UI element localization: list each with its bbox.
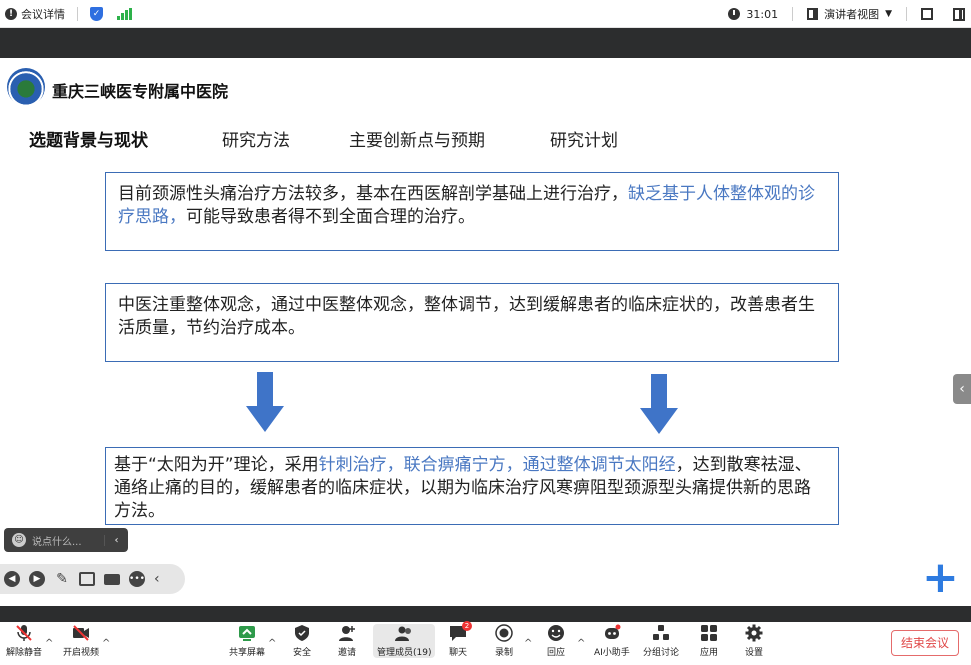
slide-tab-background: 选题背景与现状: [29, 131, 148, 151]
comment-placeholder[interactable]: 说点什么...: [32, 533, 82, 548]
clock-icon: [728, 8, 741, 20]
meeting-timer: 31:01: [746, 7, 779, 21]
record-icon: [495, 624, 513, 642]
footer-band: [0, 606, 971, 622]
breakout-label: 分组讨论: [643, 648, 680, 658]
screenshot-icon[interactable]: [79, 572, 95, 586]
record-label: 录制: [495, 648, 514, 658]
slide-tab-methods: 研究方法: [222, 131, 290, 151]
end-meeting-button[interactable]: 结束会议: [891, 630, 959, 656]
text-box-proposal: 基于“太阳为开”理论，采用针刺治疗，联合痹痛宁方，通过整体调节太阳经，达到散寒祛…: [105, 447, 839, 525]
shield-icon[interactable]: ✓: [90, 6, 103, 21]
ai-assistant-button[interactable]: AI小助手: [594, 624, 630, 658]
side-panel-icon[interactable]: [953, 7, 965, 21]
chevron-up-icon[interactable]: ^: [102, 638, 110, 649]
video-off-icon: [73, 625, 89, 641]
box3-highlight: 针刺治疗，联合痹痛宁方，通过整体调节太阳经: [318, 455, 676, 475]
arrow-down-left: [246, 372, 284, 432]
breakout-button[interactable]: 分组讨论: [643, 624, 679, 658]
invite-label: 邀请: [338, 648, 357, 658]
security-button[interactable]: 安全: [293, 624, 311, 658]
collapse-toolbar-icon[interactable]: ‹: [154, 571, 160, 587]
share-screen-label: 共享屏幕: [229, 648, 266, 658]
box1-text-a: 目前颈源性头痛治疗方法较多，基本在西医解剖学基础上进行治疗，: [118, 184, 628, 204]
mic-off-icon: [16, 625, 32, 641]
ai-assistant-label: AI小助手: [594, 648, 630, 658]
emoji-icon[interactable]: ☺: [12, 533, 26, 547]
shield-icon: [295, 625, 309, 641]
meeting-toolbar: 解除静音 ^ 开启视频 ^ 共享屏幕 ^ 安全 邀请 管理成员(19) 2 聊天…: [0, 621, 971, 665]
pen-icon[interactable]: ✎: [54, 571, 70, 587]
shared-slide: 重庆三峡医专附属中医院 选题背景与现状 研究方法 主要创新点与预期 研究计划 目…: [0, 58, 971, 606]
info-icon[interactable]: !: [5, 7, 17, 20]
chat-button[interactable]: 2 聊天: [449, 621, 472, 658]
unmute-button[interactable]: 解除静音: [6, 624, 42, 658]
slide-tab-innovation: 主要创新点与预期: [349, 131, 485, 151]
box1-text-b: 可能导致患者得不到全面合理的治疗。: [186, 207, 475, 227]
collapse-comment-icon[interactable]: ‹: [104, 534, 128, 546]
slide-tab-plan: 研究计划: [550, 131, 618, 151]
collapse-panel-tab[interactable]: ‹: [953, 374, 971, 404]
slide-tabs: 选题背景与现状 研究方法 主要创新点与预期 研究计划: [0, 126, 971, 151]
chat-badge: 2: [462, 621, 472, 631]
chevron-up-icon[interactable]: ^: [577, 638, 585, 649]
add-icon[interactable]: +: [922, 556, 959, 600]
breakout-icon: [653, 625, 669, 640]
text-box-tcm-concept: 中医注重整体观念，通过中医整体观念，整体调节，达到缓解患者的临床症状的，改善患者…: [105, 283, 839, 362]
apps-icon: [701, 625, 717, 641]
arrow-down-right: [640, 374, 678, 434]
divider: [792, 7, 794, 21]
record-button[interactable]: 录制: [495, 624, 513, 658]
text-box-current-status: 目前颈源性头痛治疗方法较多，基本在西医解剖学基础上进行治疗，缺乏基于人体整体观的…: [105, 172, 839, 251]
annotation-toolbar: ◀ ▶ ✎ ••• ‹: [0, 564, 185, 594]
fullscreen-icon[interactable]: [921, 8, 933, 20]
previous-icon[interactable]: ◀: [4, 571, 20, 587]
chevron-up-icon[interactable]: ^: [45, 638, 53, 649]
settings-label: 设置: [745, 648, 764, 658]
apps-label: 应用: [700, 648, 719, 658]
start-video-button[interactable]: 开启视频: [63, 624, 99, 658]
manage-members-button[interactable]: 管理成员(19): [373, 624, 436, 658]
box2-text: 中医注重整体观念，通过中医整体观念，整体调节，达到缓解患者的临床症状的，改善患者…: [118, 295, 815, 338]
share-screen-icon: [239, 626, 255, 641]
next-icon[interactable]: ▶: [29, 571, 45, 587]
view-mode-label[interactable]: 演讲者视图: [824, 6, 879, 22]
members-icon: [395, 626, 412, 641]
camera-icon[interactable]: [104, 573, 120, 585]
hospital-name: 重庆三峡医专附属中医院: [52, 82, 229, 101]
box3-text-a: 基于“太阳为开”理论，采用: [114, 455, 319, 475]
ai-assistant-icon: [604, 624, 621, 639]
chat-label: 聊天: [449, 648, 468, 658]
top-bar: ! 会议详情 ✓ 31:01 演讲者视图 ▼: [0, 0, 971, 28]
invite-button[interactable]: 邀请: [338, 624, 356, 658]
settings-button[interactable]: 设置: [745, 624, 763, 658]
share-screen-button[interactable]: 共享屏幕: [229, 624, 265, 658]
security-label: 安全: [293, 648, 312, 658]
more-icon[interactable]: •••: [129, 571, 145, 587]
chevron-up-icon[interactable]: ^: [524, 638, 532, 649]
reaction-label: 回应: [547, 648, 566, 658]
chevron-up-icon[interactable]: ^: [268, 638, 276, 649]
unmute-label: 解除静音: [6, 648, 43, 658]
invite-icon: [339, 626, 355, 641]
signal-icon[interactable]: [117, 7, 132, 20]
chat-icon-wrap: 2: [449, 621, 472, 642]
gear-icon: [745, 624, 763, 642]
manage-members-label: 管理成员(19): [377, 648, 432, 658]
reaction-button[interactable]: 回应: [547, 624, 565, 658]
apps-button[interactable]: 应用: [700, 624, 718, 658]
chevron-down-icon[interactable]: ▼: [885, 9, 892, 19]
divider: [77, 6, 78, 21]
view-layout-icon[interactable]: [807, 8, 819, 20]
start-video-label: 开启视频: [63, 648, 100, 658]
header-band: [0, 28, 971, 58]
hospital-logo: [7, 68, 45, 106]
comment-input[interactable]: ☺ 说点什么... ‹: [4, 528, 128, 552]
reaction-icon: [548, 625, 564, 641]
meeting-details-link[interactable]: 会议详情: [21, 6, 65, 22]
divider: [906, 7, 907, 21]
